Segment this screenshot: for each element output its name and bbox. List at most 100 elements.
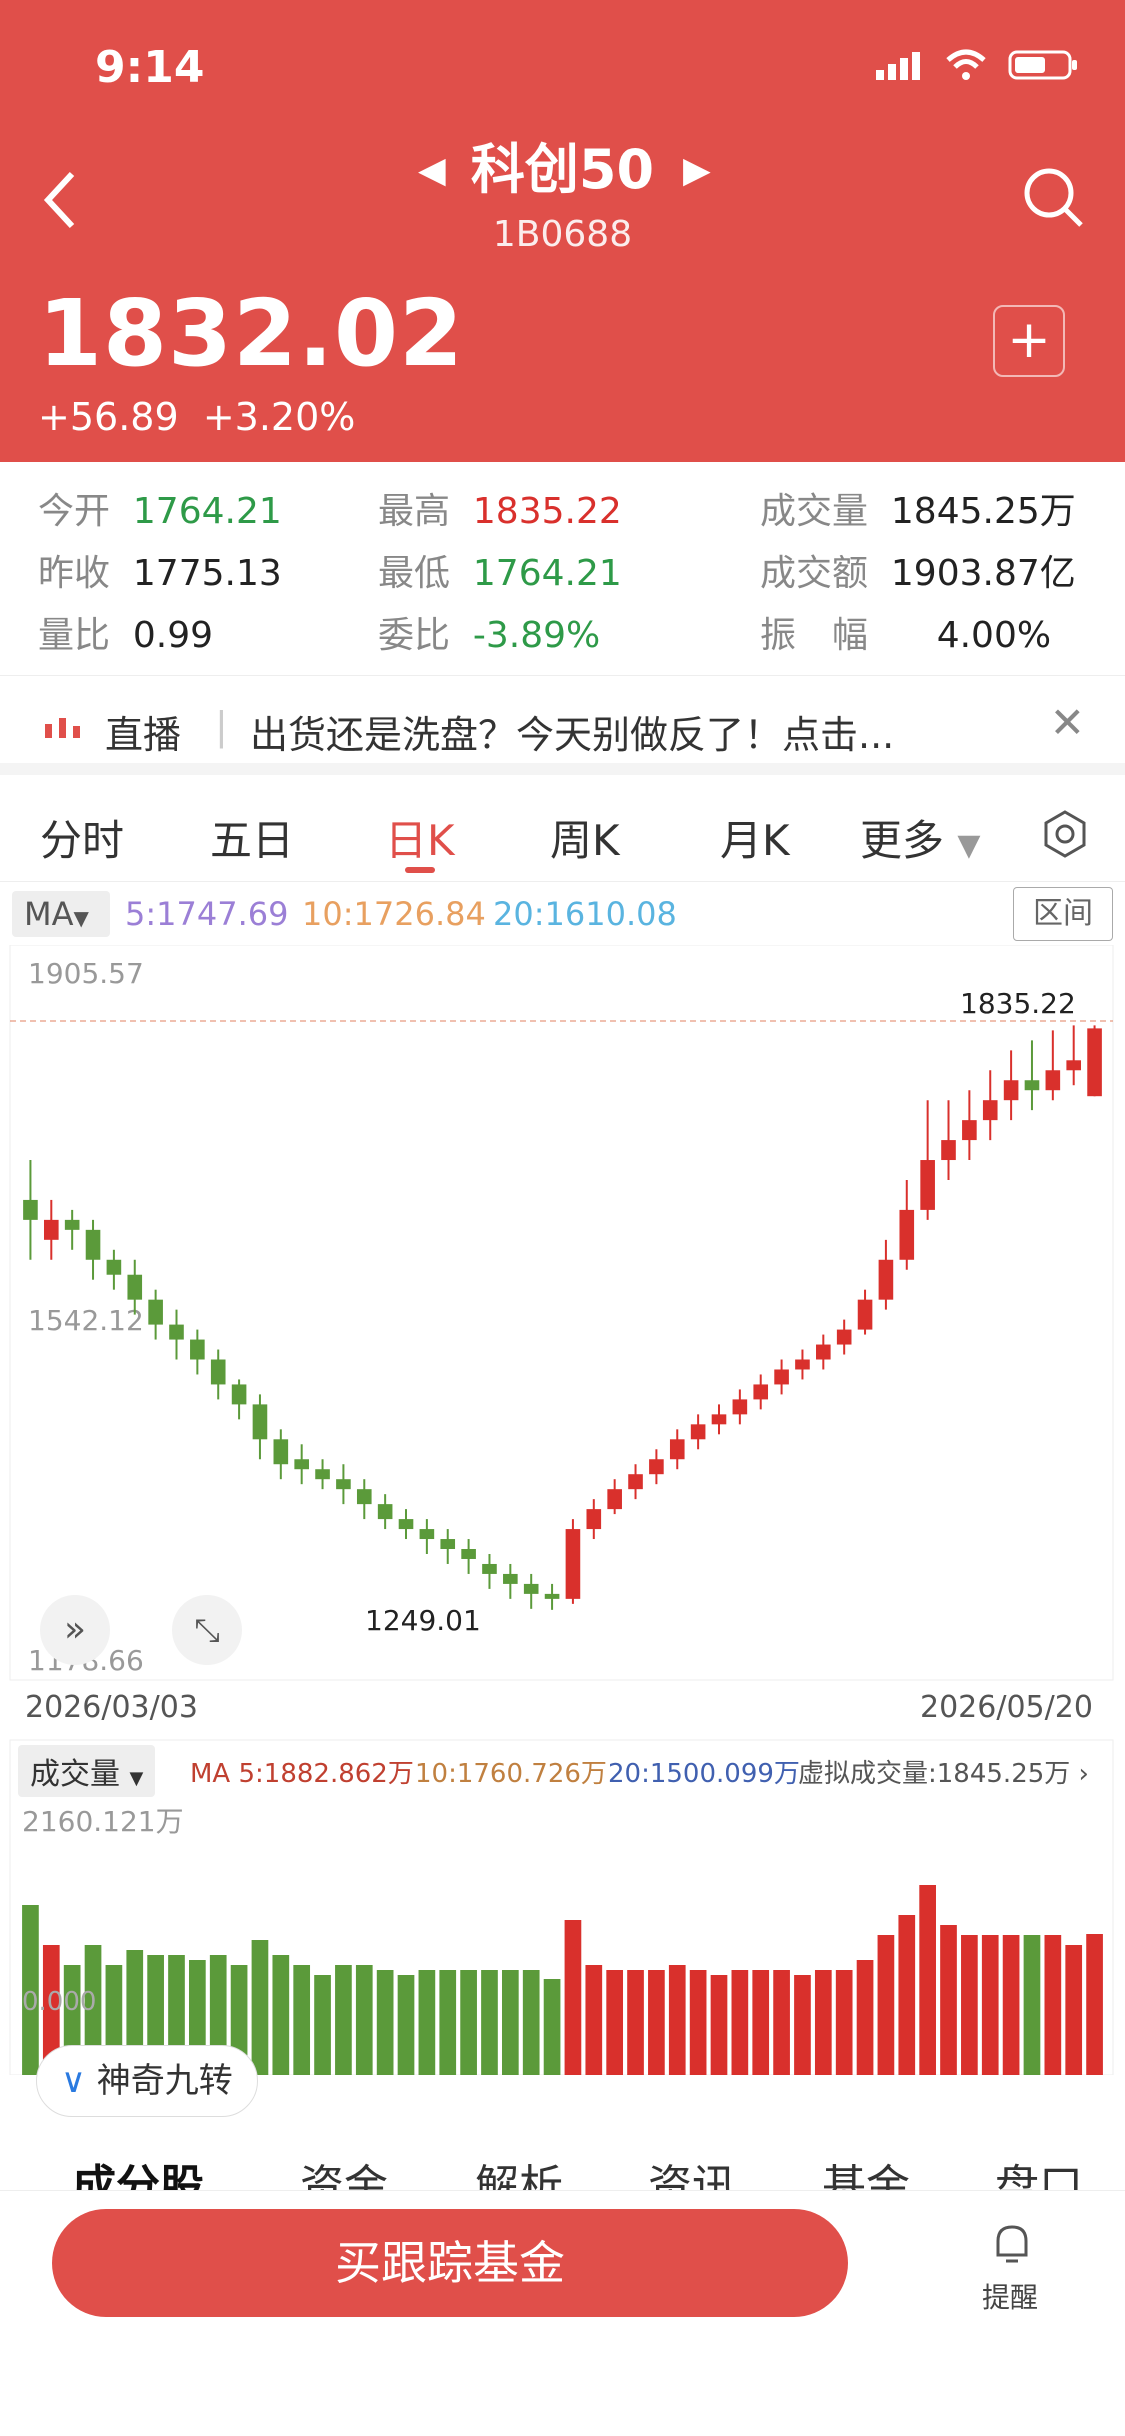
- vol-ma10: 10:1760.726万: [415, 1759, 607, 1789]
- volume-bar: [335, 1965, 352, 2075]
- buy-fund-button[interactable]: 买跟踪基金: [52, 2209, 848, 2317]
- candle-body: [23, 1199, 38, 1220]
- volume-bar: [794, 1975, 811, 2075]
- candle-body: [711, 1414, 727, 1425]
- volume-bar: [689, 1970, 707, 2075]
- candle-body: [148, 1299, 163, 1325]
- candle-body: [753, 1384, 769, 1400]
- volume-label: 成交量: [30, 1757, 120, 1792]
- volume-bar: [627, 1970, 644, 2075]
- tab-week-k[interactable]: 周K: [550, 807, 620, 868]
- volume-bar: [481, 1970, 498, 2075]
- volume-bar: [919, 1885, 936, 2075]
- chart-area[interactable]: 1905.57 1542.12 1178.66 1835.22 1249.01 …: [0, 944, 1125, 2076]
- kline-chart[interactable]: 1905.57 1542.12 1178.66 1835.22 1249.01 …: [0, 944, 1125, 2076]
- volume-bar: [648, 1970, 665, 2075]
- low-label: 最低: [378, 553, 451, 594]
- candle-body: [732, 1399, 748, 1415]
- volume-bar: [564, 1920, 582, 2075]
- candle-body: [690, 1424, 706, 1440]
- banner-text: 出货还是洗盘？今天别做反了！点击...: [250, 713, 895, 757]
- y-tick-top: 1905.57: [28, 957, 144, 990]
- candle-body: [544, 1593, 560, 1599]
- tab-day-k[interactable]: 日K: [385, 807, 455, 868]
- range-button[interactable]: 区间: [1013, 887, 1113, 941]
- volume-bar: [585, 1965, 603, 2075]
- virtual-volume-text: 虚拟成交量:1845.25万: [798, 1759, 1071, 1789]
- candle-body: [523, 1583, 539, 1594]
- live-banner[interactable]: 直播 | 出货还是洗盘？今天别做反了！点击... ✕: [0, 675, 1125, 775]
- prev-label: 昨收: [38, 553, 111, 594]
- ma5-value: 5:1747.69: [125, 895, 289, 933]
- candle-body: [106, 1259, 122, 1275]
- chevron-down-icon: ▼: [129, 1768, 144, 1789]
- close-icon[interactable]: ✕: [1050, 698, 1085, 747]
- search-icon[interactable]: [1021, 165, 1085, 229]
- add-watchlist-button[interactable]: +: [993, 305, 1065, 377]
- vol-max: 2160.121万: [22, 1805, 184, 1838]
- volume-selector[interactable]: 成交量 ▼: [18, 1745, 156, 1797]
- ratio-value: 0.99: [132, 615, 214, 656]
- volume-bar: [522, 1970, 540, 2075]
- candle-body: [315, 1469, 330, 1480]
- tab-orderbook[interactable]: 盘口: [995, 2150, 1083, 2195]
- battery-icon: [1008, 50, 1077, 80]
- prev-value: 1775.13: [132, 553, 282, 594]
- volume-bar: [1023, 1935, 1041, 2075]
- high-label: 1835.22: [960, 987, 1076, 1020]
- volume-bar: [710, 1975, 728, 2075]
- banner-tag: 直播: [105, 713, 182, 757]
- current-price: 1832.02: [38, 280, 465, 387]
- fullscreen-icon[interactable]: ⤡: [172, 1595, 242, 1665]
- tab-news[interactable]: 资讯: [648, 2150, 736, 2195]
- ma-selector[interactable]: MA▼: [12, 891, 110, 937]
- tab-capital[interactable]: 资金: [300, 2150, 388, 2195]
- open-label: 今开: [38, 491, 111, 532]
- date-start: 2026/03/03: [25, 1690, 198, 1725]
- candle-body: [440, 1539, 456, 1550]
- candle-body: [920, 1160, 935, 1210]
- header: 9:14 ◀ ▶ 科创50 1B0688 1832.02 +56.89 +3.2…: [0, 0, 1125, 462]
- amount-label: 成交额: [760, 553, 869, 594]
- date-end: 2026/05/20: [920, 1690, 1093, 1725]
- volume-bar: [773, 1970, 790, 2075]
- candle-body: [85, 1229, 101, 1260]
- stock-code: 1B0688: [492, 214, 633, 255]
- candle-body: [586, 1509, 602, 1530]
- tab-five-day[interactable]: 五日: [210, 807, 294, 868]
- candle-body: [857, 1299, 873, 1330]
- footer: 买跟踪基金 提醒: [0, 2190, 1125, 2436]
- volume-bar: [314, 1975, 331, 2075]
- tab-analysis[interactable]: 解析: [475, 2150, 563, 2195]
- nine-turn-button[interactable]: ∨ 神奇九转: [36, 2045, 258, 2117]
- ma10-value: 10:1726.84: [302, 895, 486, 933]
- live-icon: [45, 718, 80, 738]
- candle-body: [962, 1120, 977, 1141]
- virtual-volume[interactable]: 虚拟成交量:1845.25万 ›: [798, 1753, 1089, 1790]
- candle-body: [628, 1474, 643, 1490]
- amp-value: 4.00%: [936, 615, 1052, 656]
- tab-components[interactable]: 成分股: [72, 2150, 204, 2195]
- candle-body: [336, 1479, 351, 1490]
- vol-ma5: MA 5:1882.862万: [190, 1759, 414, 1789]
- change-pct: +3.20%: [202, 395, 356, 439]
- stock-title: 科创50: [470, 138, 655, 201]
- candle-body: [836, 1329, 852, 1345]
- candle-body: [419, 1529, 435, 1540]
- tab-more[interactable]: 更多 ▼: [860, 807, 980, 868]
- tab-funds[interactable]: 基金: [822, 2150, 910, 2195]
- settings-icon[interactable]: [1040, 809, 1090, 859]
- remind-label[interactable]: 提醒: [982, 2276, 1038, 2316]
- volume-bar: [835, 1970, 853, 2075]
- volume-bar: [1065, 1945, 1083, 2075]
- candle-body: [982, 1100, 998, 1121]
- candle-body: [127, 1274, 143, 1300]
- open-value: 1764.21: [132, 491, 282, 532]
- low-value: 1764.21: [472, 553, 622, 594]
- tab-timeshare[interactable]: 分时: [40, 807, 124, 868]
- expand-left-icon[interactable]: »: [40, 1595, 110, 1665]
- bell-icon[interactable]: [990, 2221, 1034, 2265]
- candle-body: [64, 1219, 80, 1230]
- tab-month-k[interactable]: 月K: [720, 807, 790, 868]
- vol-ma20: 20:1500.099万: [608, 1759, 800, 1789]
